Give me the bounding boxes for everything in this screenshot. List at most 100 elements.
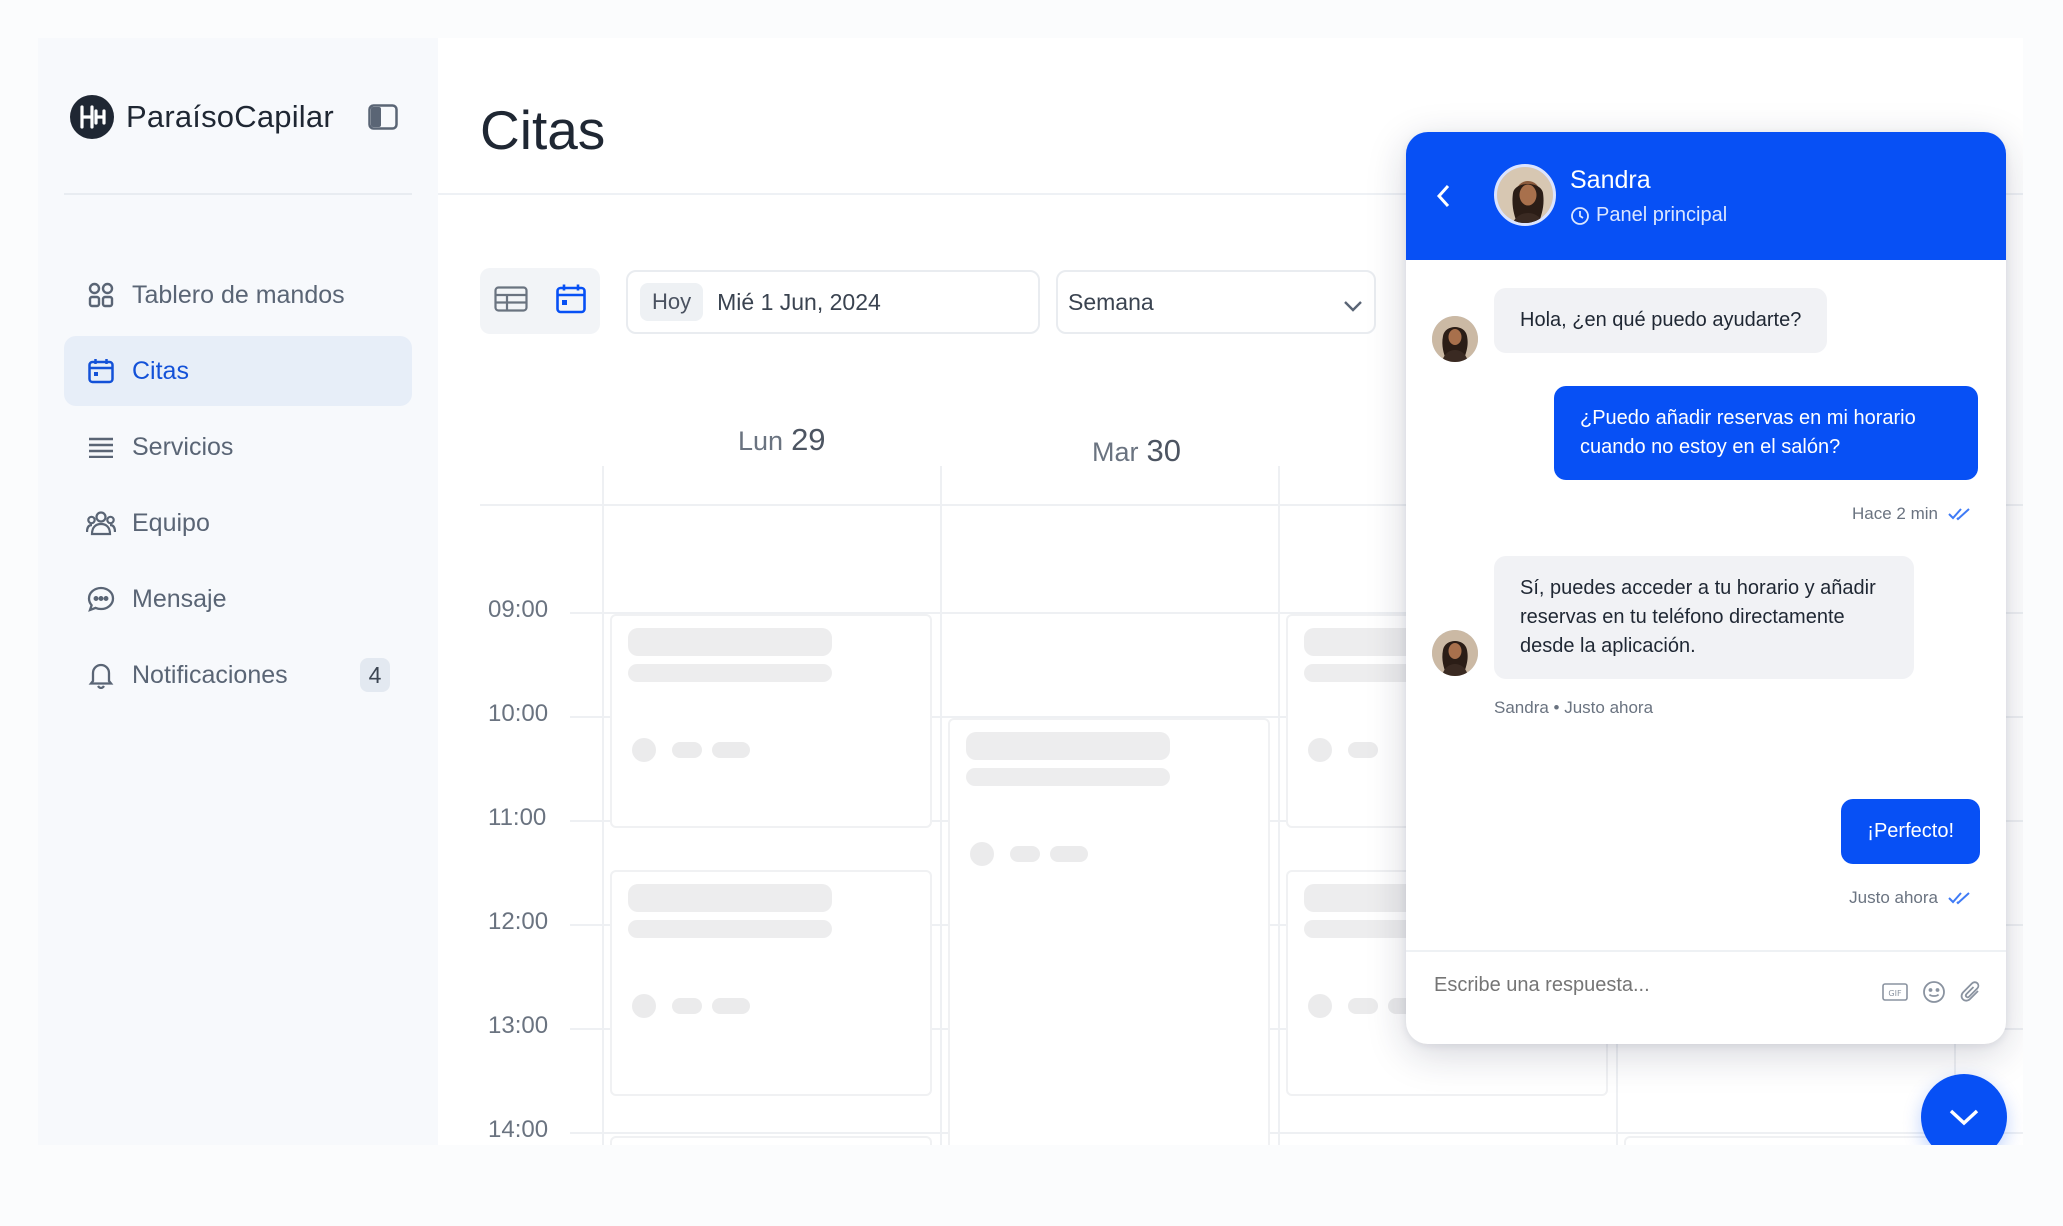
skeleton-dot: [1010, 846, 1040, 862]
contact-name: Sandra: [1570, 166, 1651, 194]
read-receipt-icon: [1948, 508, 1970, 521]
day-name: Lun: [738, 426, 784, 456]
chat-header: Sandra Panel principal: [1406, 132, 2006, 260]
skeleton-dot: [1308, 994, 1332, 1018]
sidebar-item-mensaje[interactable]: Mensaje: [64, 564, 412, 634]
notification-count-badge: 4: [360, 658, 390, 692]
message-timestamp: Justo ahora: [1849, 888, 1938, 907]
clock-icon: [1571, 206, 1589, 225]
appointment-card[interactable]: [948, 718, 1270, 1145]
skeleton-dot: [712, 998, 750, 1014]
grid-line: [570, 1132, 2023, 1134]
skeleton-line: [966, 768, 1170, 786]
time-label: 10:00: [488, 700, 549, 727]
sidebar-item-label: Equipo: [132, 508, 210, 537]
page-title: Citas: [480, 99, 606, 161]
sidebar-item-citas[interactable]: Citas: [64, 336, 412, 406]
skeleton-line: [628, 628, 832, 656]
chat-input-divider: [1406, 950, 2006, 952]
current-date: Mié 1 Jun, 2024: [717, 288, 881, 315]
sender-avatar: [1432, 630, 1478, 676]
table-view-icon[interactable]: [493, 285, 528, 317]
day-header: Lun 29: [738, 422, 826, 458]
time-label: 13:00: [488, 1012, 549, 1039]
brand-logo-icon: [70, 95, 114, 139]
sidebar-item-dashboard[interactable]: Tablero de mandos: [64, 260, 412, 330]
brand-name: ParaísoCapilar: [126, 99, 334, 134]
skeleton-dot: [712, 742, 750, 758]
gif-icon[interactable]: GIF: [1882, 982, 1908, 1007]
sidebar-item-label: Servicios: [132, 432, 234, 461]
appointment-card[interactable]: [610, 614, 932, 828]
calendar-view-icon[interactable]: [555, 283, 587, 320]
message-bubble-incoming: Sí, puedes acceder a tu horario y añadir…: [1494, 556, 1914, 679]
sidebar: ParaísoCapilar Tablero de mandos Citas S…: [38, 38, 438, 1145]
grid-line: [940, 466, 942, 1145]
time-label: 12:00: [488, 908, 549, 935]
contact-avatar: [1494, 164, 1556, 226]
skeleton-dot: [1348, 998, 1378, 1014]
skeleton-dot: [632, 738, 656, 762]
grid-line: [602, 466, 604, 1145]
sidebar-item-label: Tablero de mandos: [132, 280, 345, 309]
skeleton-dot: [1348, 742, 1378, 758]
message-bubble-outgoing: ¿Puedo añadir reservas en mi horario cua…: [1554, 386, 1978, 480]
day-number: 29: [791, 422, 826, 457]
sidebar-nav: Tablero de mandos Citas Servicios Equipo…: [64, 260, 412, 716]
brand[interactable]: ParaísoCapilar: [70, 95, 334, 139]
message-bubble-outgoing: ¡Perfecto!: [1841, 799, 1980, 864]
message-bubble-incoming: Hola, ¿en qué puedo ayudarte?: [1494, 288, 1828, 353]
back-arrow-icon[interactable]: [1434, 182, 1452, 215]
time-label: 11:00: [488, 804, 547, 831]
message-meta: Sandra • Justo ahora: [1494, 698, 1653, 718]
appointment-card[interactable]: [1624, 1136, 1946, 1145]
appointment-card[interactable]: [610, 870, 932, 1096]
emoji-icon[interactable]: [1922, 980, 1946, 1009]
day-header: Mar 30: [1092, 433, 1181, 469]
day-name: Mar: [1092, 437, 1139, 467]
range-select-value: Semana: [1068, 288, 1154, 315]
chevron-down-icon: [1949, 1109, 1979, 1126]
skeleton-dot: [970, 842, 994, 866]
range-select[interactable]: Semana: [1056, 270, 1376, 334]
skeleton-dot: [1050, 846, 1088, 862]
chat-panel: Sandra Panel principal Hola, ¿en qué pue…: [1406, 132, 2006, 1044]
message-meta: Justo ahora: [1849, 888, 1974, 908]
list-icon: [86, 432, 116, 462]
message-meta: Hace 2 min: [1852, 504, 1974, 524]
grid-line: [1278, 466, 1280, 1145]
sidebar-item-label: Notificaciones: [132, 660, 288, 689]
sidebar-item-label: Mensaje: [132, 584, 227, 613]
svg-text:GIF: GIF: [1888, 989, 1902, 998]
grid-icon: [86, 280, 116, 310]
attachment-icon[interactable]: [1960, 980, 1982, 1009]
skeleton-dot: [672, 742, 702, 758]
sidebar-item-servicios[interactable]: Servicios: [64, 412, 412, 482]
time-label: 14:00: [488, 1116, 549, 1143]
skeleton-line: [628, 884, 832, 912]
sidebar-collapse-icon[interactable]: [368, 104, 398, 130]
sidebar-item-equipo[interactable]: Equipo: [64, 488, 412, 558]
sender-avatar: [1432, 316, 1478, 362]
today-button[interactable]: Hoy: [640, 283, 704, 321]
chat-bubble-icon: [86, 584, 116, 614]
contact-subtitle-text: Panel principal: [1596, 204, 1728, 226]
skeleton-line: [966, 732, 1170, 760]
message-sender-timestamp: Sandra • Justo ahora: [1494, 698, 1654, 717]
date-picker[interactable]: Hoy Mié 1 Jun, 2024: [626, 270, 1040, 334]
sidebar-item-notificaciones[interactable]: Notificaciones 4: [64, 640, 412, 710]
skeleton-line: [628, 920, 832, 938]
day-number: 30: [1146, 433, 1181, 468]
chat-tools: GIF: [1882, 980, 1982, 1009]
appointment-card[interactable]: [610, 1136, 932, 1145]
sidebar-divider: [64, 193, 412, 195]
view-toggle: [480, 268, 600, 334]
app-window: ParaísoCapilar Tablero de mandos Citas S…: [38, 38, 2023, 1145]
chevron-down-icon: [1342, 292, 1364, 319]
skeleton-dot: [1308, 738, 1332, 762]
time-label: 09:00: [488, 596, 549, 623]
message-timestamp: Hace 2 min: [1852, 504, 1938, 523]
bell-icon: [86, 660, 116, 690]
chat-reply-input[interactable]: [1434, 974, 1834, 997]
sidebar-item-label: Citas: [132, 356, 189, 385]
